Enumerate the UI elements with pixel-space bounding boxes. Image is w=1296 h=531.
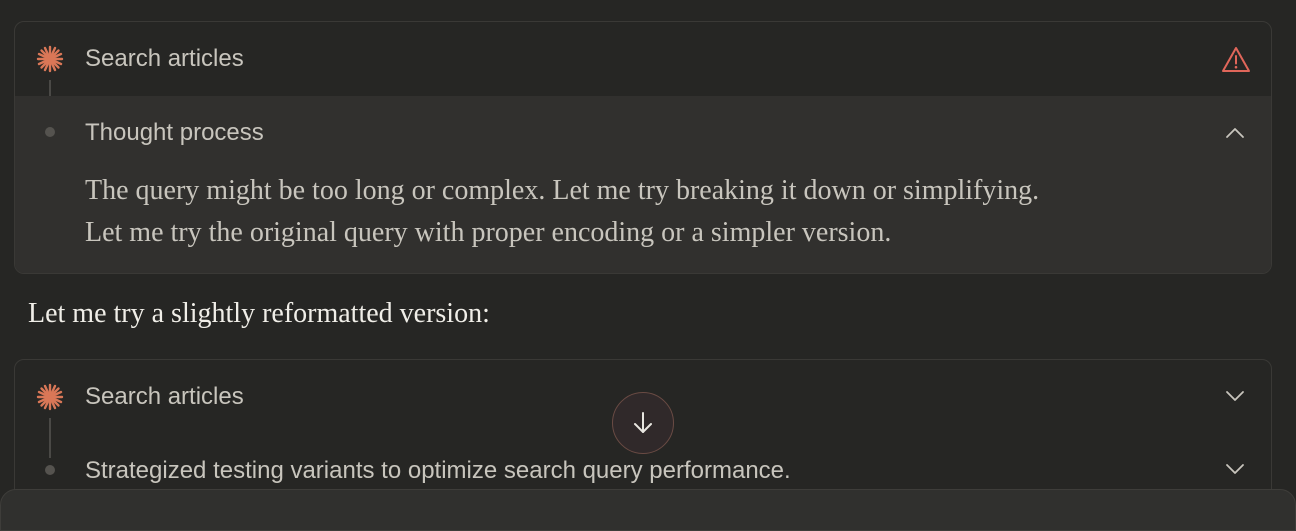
assistant-message: Let me try a slightly reformatted versio… <box>28 298 490 329</box>
thought-line: The query might be too long or complex. … <box>85 175 1040 206</box>
chevron-down-icon[interactable] <box>1223 384 1247 408</box>
warning-triangle-icon <box>1222 47 1250 72</box>
tool-header-row[interactable]: Search articles <box>15 22 1271 95</box>
tool-label: Search articles <box>85 382 244 410</box>
thought-panel: Thought process The query might be too l… <box>15 96 1271 273</box>
tool-label: Search articles <box>85 44 244 72</box>
tool-call-card-1: Search articles Thought process The quer… <box>14 21 1272 274</box>
timeline-dot <box>45 465 55 475</box>
thought-content: The query might be too long or complex. … <box>85 170 1235 254</box>
thought-title: Thought process <box>85 118 264 146</box>
thought-header-row[interactable]: Thought process <box>15 96 1271 169</box>
timeline-dot <box>45 127 55 137</box>
scroll-to-bottom-button[interactable] <box>612 392 674 454</box>
claude-spark-icon <box>36 45 64 73</box>
chevron-up-icon[interactable] <box>1223 121 1247 145</box>
message-composer[interactable] <box>0 489 1296 531</box>
chevron-down-icon[interactable] <box>1223 457 1247 481</box>
arrow-down-icon <box>634 412 652 433</box>
claude-spark-icon <box>36 383 64 411</box>
thought-title: Strategized testing variants to optimize… <box>85 456 791 484</box>
thought-line: Let me try the original query with prope… <box>85 217 892 248</box>
